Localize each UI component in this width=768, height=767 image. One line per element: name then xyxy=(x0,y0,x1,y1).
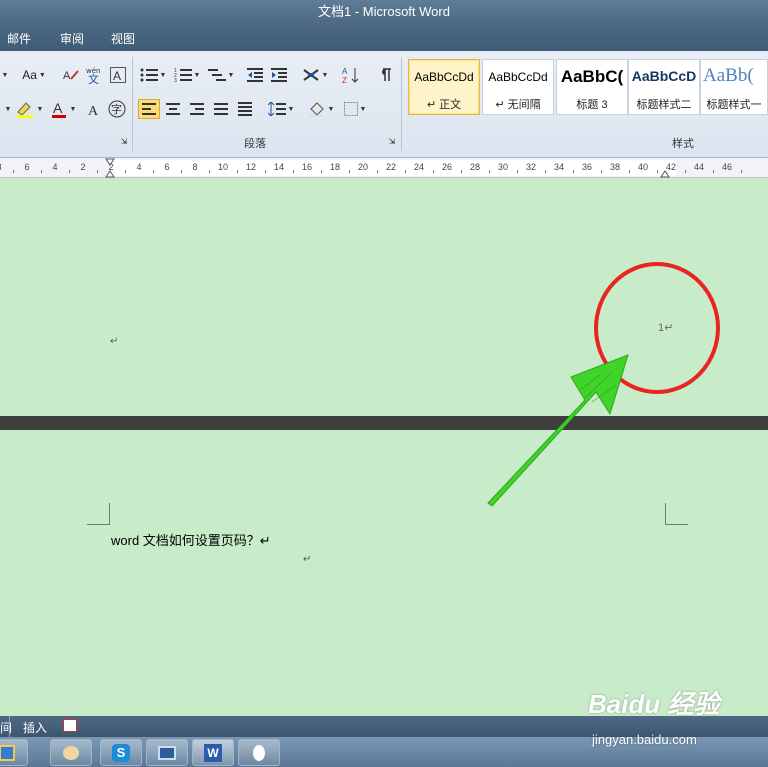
baidu-jingyan-watermark: Baidu 经验 jingyan.baidu.com xyxy=(588,684,720,747)
taskbar-window-button[interactable] xyxy=(146,739,188,766)
pointer-arrow xyxy=(487,354,629,507)
insert-mode-indicator[interactable]: 插入 xyxy=(23,719,47,736)
app-s-icon: S xyxy=(112,743,130,762)
explorer-icon xyxy=(0,744,15,761)
annotation-overlay xyxy=(487,262,720,507)
watermark-logo: Baidu 经验 xyxy=(588,689,720,719)
blank-icon xyxy=(253,744,265,761)
taskbar-paint-button[interactable] xyxy=(50,739,92,766)
watermark-url: jingyan.baidu.com xyxy=(592,732,697,747)
taskbar-word-button[interactable]: W xyxy=(192,739,234,766)
paint-icon xyxy=(63,745,79,760)
taskbar-blank-button[interactable] xyxy=(238,739,280,766)
word-icon: W xyxy=(204,743,222,762)
status-divider xyxy=(9,716,10,737)
window-icon xyxy=(158,745,176,760)
taskbar-explorer-button[interactable] xyxy=(0,739,28,766)
status-left-text: 间 xyxy=(0,721,13,735)
macro-record-icon[interactable] xyxy=(63,719,77,732)
taskbar-s-app-button[interactable]: S xyxy=(100,739,142,766)
